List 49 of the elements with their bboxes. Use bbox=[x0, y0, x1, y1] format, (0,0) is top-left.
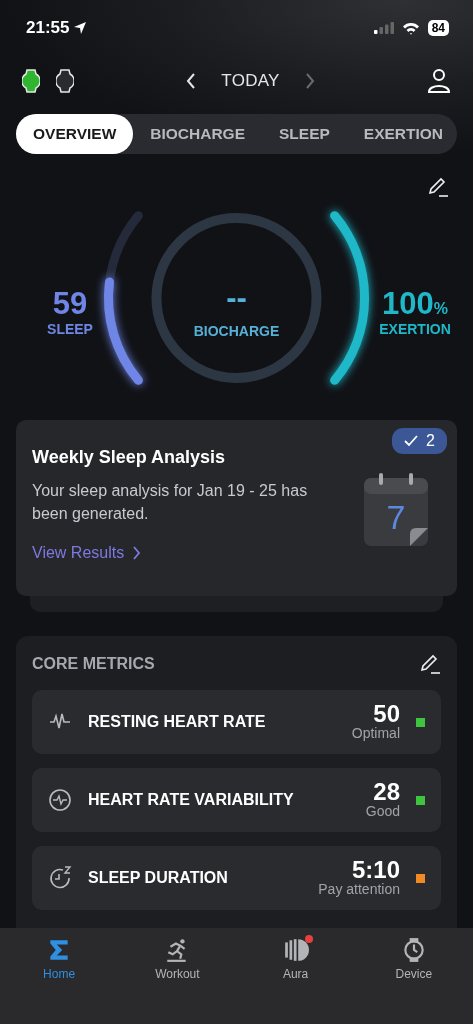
biocharge-score: -- bbox=[225, 282, 248, 313]
heartbeat-icon bbox=[48, 788, 72, 812]
tab[interactable]: OVERVIEW bbox=[16, 114, 134, 154]
nav-tab[interactable]: Aura bbox=[236, 936, 355, 984]
metric-value: 28 bbox=[373, 780, 400, 805]
exertion-score: 100% bbox=[381, 288, 449, 319]
metric-value: 5:10 bbox=[351, 858, 400, 883]
section-title: CORE METRICS bbox=[32, 654, 155, 674]
nav-tab[interactable]: Home bbox=[0, 936, 119, 984]
metric-name: HEART RATE VARIABILITY bbox=[88, 790, 295, 810]
metric-row[interactable]: HEART RATE VARIABILITY 28 Good bbox=[32, 768, 441, 832]
alert-dot bbox=[304, 935, 313, 943]
metric-status: Pay attention bbox=[318, 882, 400, 898]
edit-icon[interactable] bbox=[427, 176, 449, 198]
wifi-icon bbox=[401, 21, 420, 35]
metric-status: Optimal bbox=[351, 726, 400, 742]
tab[interactable]: SLEEP bbox=[262, 114, 347, 154]
watch-icon[interactable] bbox=[22, 69, 40, 93]
bars-icon bbox=[282, 937, 309, 963]
metric-row[interactable]: RESTING HEART RATE 50 Optimal bbox=[32, 690, 441, 754]
card-message: Your sleep analysis for Jan 19 - 25 has been generated. bbox=[32, 481, 309, 525]
metric-value: 50 bbox=[373, 702, 400, 727]
exertion-label: EXERTION bbox=[378, 320, 452, 339]
chevron-icon bbox=[132, 546, 142, 561]
tab[interactable]: EXERTION bbox=[346, 114, 461, 154]
battery-indicator: 84 bbox=[427, 20, 449, 36]
nav-tab[interactable]: Workout bbox=[118, 936, 237, 984]
previous-day-chevron[interactable] bbox=[185, 72, 198, 90]
edit-icon[interactable] bbox=[419, 653, 441, 675]
location-icon bbox=[73, 21, 88, 35]
biocharge-label: BIOCHARGE bbox=[192, 322, 281, 341]
metric-status: Good bbox=[365, 804, 400, 820]
watch-icon[interactable] bbox=[56, 69, 74, 93]
sleep-score: 59 bbox=[51, 288, 89, 319]
signal-icon bbox=[373, 22, 394, 34]
clock-icon bbox=[48, 866, 72, 890]
nav-tab[interactable]: Device bbox=[354, 936, 473, 984]
metric-name: SLEEP DURATION bbox=[88, 868, 229, 888]
count-badge: 2 bbox=[392, 428, 447, 454]
date-label: TODAY bbox=[221, 70, 280, 93]
sleep-label: SLEEP bbox=[46, 320, 94, 339]
status-time: 21:55 bbox=[26, 17, 70, 40]
tab[interactable]: BIOCHARGE bbox=[133, 114, 262, 154]
check-icon bbox=[404, 435, 419, 447]
profile-icon[interactable] bbox=[427, 68, 451, 94]
metric-name: RESTING HEART RATE bbox=[88, 712, 267, 732]
metric-row[interactable]: SLEEP DURATION 5:10 Pay attention bbox=[32, 846, 441, 910]
view-results-link[interactable]: View Results bbox=[32, 541, 142, 566]
card-title: Weekly Sleep Analysis bbox=[32, 446, 227, 469]
